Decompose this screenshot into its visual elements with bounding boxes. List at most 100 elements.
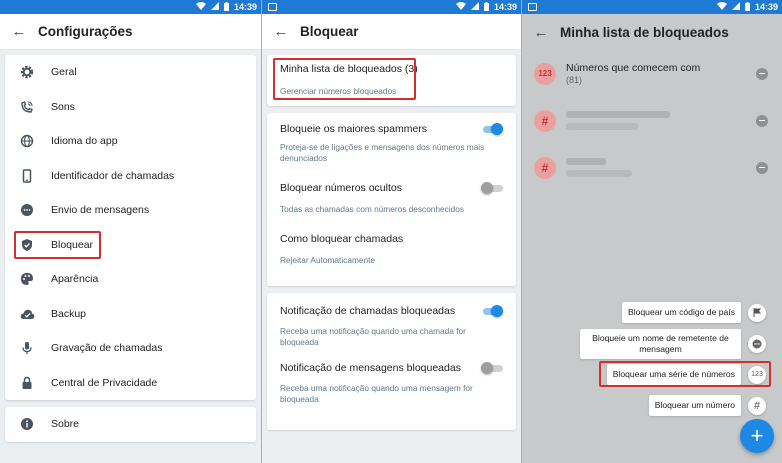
settings-item-bloquear[interactable]: Bloquear [5, 228, 256, 263]
notif-calls-item[interactable]: Notificação de chamadas bloqueadas Receb… [267, 293, 516, 359]
page-title: Bloquear [300, 24, 359, 39]
back-arrow-icon[interactable]: ← [262, 23, 300, 40]
remove-icon[interactable] [756, 161, 768, 174]
hidden-toggle[interactable] [481, 182, 503, 194]
redacted-name [566, 158, 606, 165]
notif-msgs-item[interactable]: Notificação de mensagens bloqueadas Rece… [267, 359, 516, 404]
avatar: # [534, 109, 556, 132]
settings-item-sobre[interactable]: Sobre [5, 407, 256, 442]
action-single-number[interactable]: Bloquear um número # [648, 395, 766, 416]
my-list-card: Minha lista de bloqueados (3) Gerenciar … [267, 55, 516, 106]
wifi-icon [716, 2, 727, 12]
highlight-box [599, 361, 771, 387]
settings-item-idioma[interactable]: Idioma do app [5, 124, 256, 159]
clock: 14:39 [754, 2, 778, 12]
clock: 14:39 [493, 2, 517, 12]
wifi-icon [455, 2, 466, 12]
page-title: Minha lista de bloqueados [560, 24, 729, 40]
blocked-entry[interactable]: # [522, 144, 782, 191]
action-label: Bloquear um número [648, 395, 741, 416]
redacted-name [566, 111, 670, 118]
chat-icon [748, 335, 766, 353]
globe-icon [19, 133, 35, 149]
back-arrow-icon[interactable]: ← [0, 23, 38, 40]
about-card: Sobre [5, 407, 256, 442]
chat-icon [19, 202, 35, 218]
action-label: Bloquear um código de país [621, 302, 741, 323]
palette-icon [19, 271, 35, 287]
settings-item-label: Backup [51, 307, 87, 320]
settings-item-gravacao[interactable]: Gravação de chamadas [5, 331, 256, 366]
mic-icon [19, 340, 35, 356]
redacted-number [566, 170, 632, 177]
how-to-block-item[interactable]: Como bloquear chamadas Rejeitar Automati… [267, 231, 516, 266]
settings-item-aparencia[interactable]: Aparência [5, 262, 256, 297]
app-bar: ← Bloquear [262, 14, 521, 50]
notif-calls-toggle[interactable] [481, 305, 503, 317]
blocked-entry[interactable]: 123 Números que comecem com (81) [522, 50, 782, 97]
settings-item-label: Sobre [51, 418, 80, 431]
entry-count: (81) [566, 75, 583, 85]
action-label: Bloqueie um nome de remetente de mensage… [580, 329, 741, 359]
settings-list: Geral Sons Idioma do app Identificador d… [5, 55, 256, 400]
clock: 14:39 [233, 2, 257, 12]
blocked-entry[interactable]: # [522, 97, 782, 144]
block-options-card: Bloqueie os maiores spammers Proteja-se … [267, 113, 516, 286]
avatar: 123 [534, 62, 556, 85]
remove-icon[interactable] [756, 114, 768, 127]
settings-item-label: Gravação de chamadas [51, 342, 163, 355]
status-bar: 14:39 [262, 0, 521, 14]
spammers-toggle[interactable] [481, 123, 503, 135]
settings-item-label: Identificador de chamadas [51, 169, 175, 182]
settings-item-privacidade[interactable]: Central de Privacidade [5, 366, 256, 401]
image-notification-icon [528, 3, 537, 11]
signal-icon [210, 2, 219, 12]
hidden-numbers-item[interactable]: Bloquear números ocultos Todas as chamad… [267, 176, 516, 231]
notif-calls-sub: Receba uma notificação quando uma chamad… [280, 326, 466, 347]
settings-item-sons[interactable]: Sons [5, 90, 256, 125]
settings-item-label: Envio de mensagens [51, 204, 150, 217]
how-sub: Rejeitar Automaticamente [280, 255, 376, 265]
spammers-sub: Proteja-se de ligações e mensagens dos n… [280, 142, 485, 163]
hidden-title: Bloquear números ocultos [280, 182, 402, 194]
cloud-icon [19, 306, 35, 322]
gear-icon [19, 64, 35, 80]
notif-msgs-toggle[interactable] [481, 362, 503, 374]
app-bar: ← Configurações [0, 14, 261, 50]
battery-icon [744, 1, 750, 13]
remove-icon[interactable] [756, 67, 768, 80]
wifi-icon [195, 2, 206, 12]
redacted-number [566, 123, 638, 130]
notif-msgs-sub: Receba uma notificação quando uma mensag… [280, 383, 473, 404]
back-arrow-icon[interactable]: ← [522, 24, 560, 41]
status-bar: 14:39 [522, 0, 782, 14]
notif-calls-title: Notificação de chamadas bloqueadas [280, 305, 456, 317]
settings-item-identificador[interactable]: Identificador de chamadas [5, 159, 256, 194]
settings-item-backup[interactable]: Backup [5, 297, 256, 332]
battery-icon [483, 1, 489, 13]
my-blocked-list-item[interactable]: Minha lista de bloqueados (3) Gerenciar … [267, 55, 516, 100]
lock-icon [19, 375, 35, 391]
avatar: # [534, 156, 556, 179]
action-sender-name[interactable]: Bloqueie um nome de remetente de mensage… [580, 329, 766, 359]
spammers-title: Bloqueie os maiores spammers [280, 123, 428, 135]
settings-item-mensagens[interactable]: Envio de mensagens [5, 193, 256, 228]
signal-icon [731, 2, 740, 12]
block-screen: 14:39 ← Bloquear Minha lista de bloquead… [261, 0, 521, 463]
page-title: Configurações [38, 24, 133, 39]
status-bar: 14:39 [0, 0, 261, 14]
add-fab-button[interactable]: + [740, 419, 774, 453]
hash-icon: # [748, 396, 766, 415]
flag-icon [748, 303, 766, 322]
settings-item-label: Geral [51, 66, 77, 79]
action-country-code[interactable]: Bloquear um código de país [621, 302, 766, 323]
spammers-item[interactable]: Bloqueie os maiores spammers Proteja-se … [267, 113, 516, 176]
settings-screen: 14:39 ← Configurações Geral Sons Idioma … [0, 0, 261, 463]
smartphone-icon [19, 168, 35, 184]
settings-item-label: Idioma do app [51, 135, 118, 148]
signal-icon [470, 2, 479, 12]
settings-item-label: Sons [51, 100, 75, 113]
settings-item-geral[interactable]: Geral [5, 55, 256, 90]
highlight-box [273, 58, 416, 100]
app-bar: ← Minha lista de bloqueados [522, 14, 782, 50]
